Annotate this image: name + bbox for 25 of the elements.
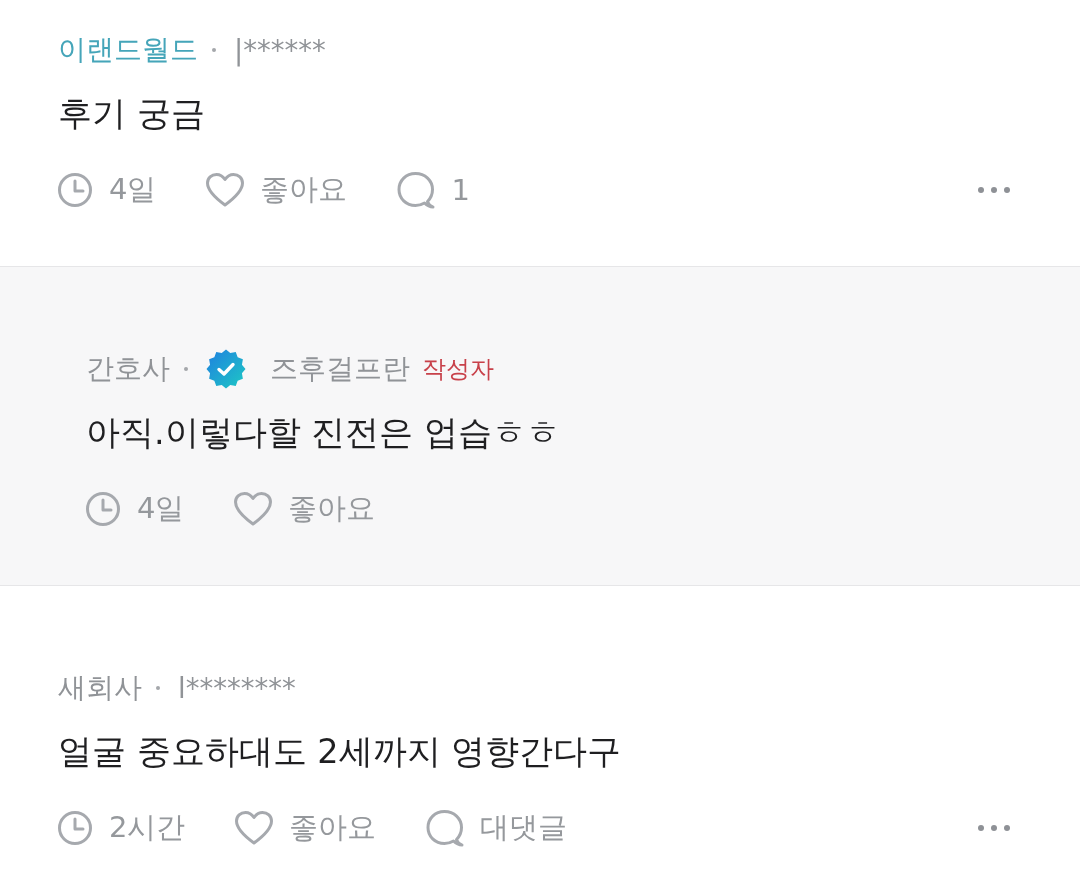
company-name: 이랜드월드 [58,32,198,67]
more-icon [978,187,1010,193]
comment-icon [426,809,465,847]
time-text: 2시간 [109,809,186,846]
author-name: l******** [178,672,296,704]
clock-icon [86,492,120,526]
author-name: |****** [234,34,326,66]
reply-button[interactable]: 1 [397,171,470,209]
reply-button[interactable]: 대댓글 [426,808,568,848]
time-text: 4일 [137,490,185,527]
clock-icon [58,173,92,207]
more-icon [978,825,1010,831]
company-name: 간호사 [86,351,170,386]
time-text: 4일 [109,171,157,208]
like-button[interactable]: 좋아요 [235,808,377,848]
author-tag: 작성자 [422,353,494,385]
like-button[interactable]: 좋아요 [206,170,348,210]
clock-icon [58,811,92,845]
comment-text: 아직.이렇다할 진전은 업습ㅎㅎ [86,412,561,454]
like-button[interactable]: 좋아요 [234,489,376,529]
author-name: 즈후걸프란 [270,351,410,386]
comment-text: 후기 궁금 [58,93,206,135]
comment-text: 얼굴 중요하대도 2세까지 영향간다구 [58,731,623,773]
comment-icon [397,171,436,209]
company-name: 새회사 [58,670,142,705]
